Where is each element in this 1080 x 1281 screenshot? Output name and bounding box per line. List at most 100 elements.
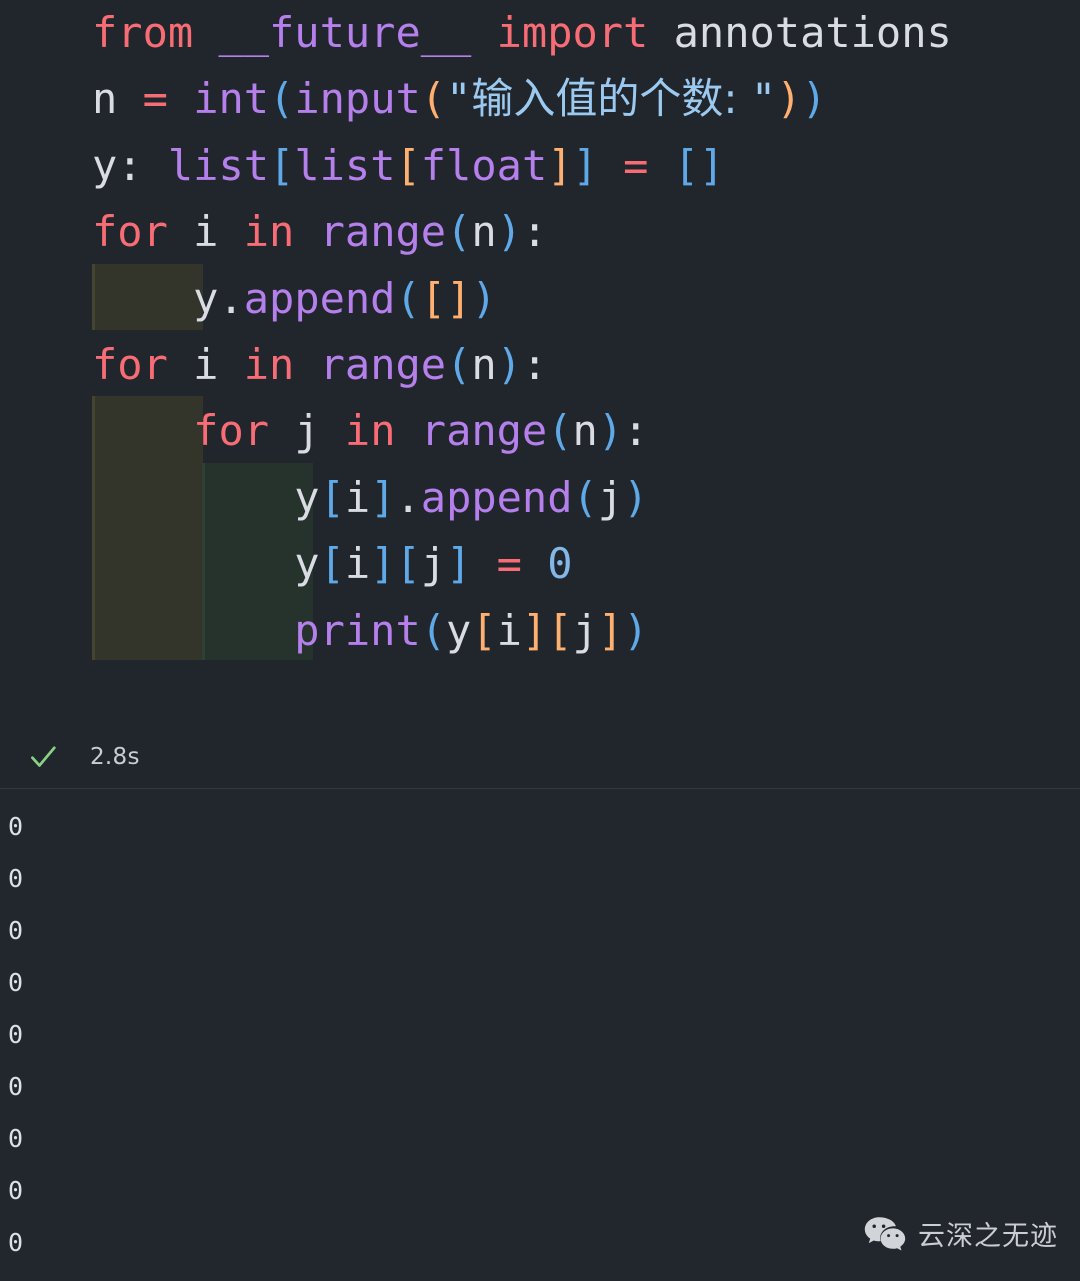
code-token: ] (699, 140, 725, 190)
code-line[interactable]: for i in range(n): (92, 199, 952, 265)
code-token: " (750, 74, 777, 124)
code-token: float (420, 140, 548, 190)
check-icon (31, 746, 56, 767)
code-token: = (496, 539, 522, 589)
code-token: in (243, 207, 295, 257)
code-line[interactable]: y[i][j] = 0 (92, 531, 952, 597)
code-token: print (294, 605, 421, 655)
code-token: 0 (547, 539, 573, 589)
code-token: . (218, 273, 244, 323)
code-token: ] (370, 539, 396, 589)
code-token: range (420, 406, 548, 456)
code-token: import (496, 8, 649, 57)
code-token: ] (597, 605, 624, 655)
code-token: for (92, 207, 168, 257)
wechat-icon (864, 1216, 906, 1250)
output-line: 0 (8, 968, 24, 997)
code-token: int (193, 74, 270, 124)
code-line[interactable]: from __future__ import annotations (92, 0, 952, 66)
code-token: ) (496, 207, 522, 257)
code-token: ] (572, 140, 598, 190)
code-token: __future__ (218, 8, 472, 57)
code-token: list (167, 140, 270, 190)
code-token: for (92, 339, 168, 389)
output-text: 0 0 0 0 0 0 0 0 0 (8, 801, 23, 1269)
code-token: ) (776, 74, 802, 124)
code-token: ) (496, 339, 522, 389)
output-line: 0 (8, 864, 24, 893)
code-line[interactable]: for i in range(n): (92, 332, 952, 398)
code-token: = (142, 74, 168, 124)
code-token: annotations (673, 8, 952, 57)
code-token: n (572, 406, 598, 456)
code-token: : (623, 406, 649, 456)
code-token: i (193, 207, 219, 257)
code-token: ) (801, 74, 827, 124)
code-token: for (193, 406, 270, 456)
code-token: y (193, 273, 219, 323)
code-token: y (294, 472, 320, 522)
code-token: ( (547, 406, 573, 456)
code-line[interactable]: y: list[list[float]] = [] (92, 133, 952, 199)
code-token: ] (370, 472, 396, 522)
code-token: ) (623, 472, 649, 522)
code-editor[interactable]: from __future__ import annotations n = in… (0, 0, 1080, 726)
code-token: i (496, 605, 522, 655)
code-token: ] (446, 539, 472, 589)
code-line[interactable]: y.append([]) (92, 266, 952, 332)
output-line: 0 (8, 1228, 24, 1257)
code-content[interactable]: from __future__ import annotations n = in… (92, 0, 952, 664)
code-token: [ (471, 605, 497, 655)
code-token: i (344, 539, 371, 589)
output-line: 0 (8, 1176, 24, 1205)
code-token: range (319, 339, 447, 389)
code-token: list (294, 140, 396, 190)
code-token: ( (420, 74, 447, 124)
code-token: = (623, 140, 649, 190)
code-token: : (521, 339, 548, 389)
code-line[interactable]: n = int(input("输入值的个数: ")) (92, 66, 952, 132)
execution-time-label: 2.8s (90, 744, 140, 770)
code-token: ( (446, 207, 472, 257)
code-token: [ (420, 273, 447, 323)
code-token: : (521, 207, 548, 257)
watermark-label: 云深之无迹 (918, 1221, 1058, 1252)
cell-output: 0 0 0 0 0 0 0 0 0 云深之无迹 (0, 789, 1080, 1281)
code-token: i (193, 339, 219, 389)
code-token: j (597, 472, 624, 522)
watermark: 云深之无迹 (863, 1214, 1058, 1253)
code-token: ) (623, 605, 649, 655)
code-token: from (92, 8, 194, 57)
code-token: y (446, 605, 472, 655)
code-line[interactable]: print(y[i][j]) (92, 598, 952, 664)
code-token: ] (521, 605, 548, 655)
code-token: input (294, 74, 421, 124)
code-token: [ (547, 605, 573, 655)
code-token: [ (395, 539, 421, 589)
code-line[interactable]: y[i].append(j) (92, 465, 952, 531)
code-line[interactable]: for j in range(n): (92, 398, 952, 464)
code-token: : (117, 140, 143, 190)
code-token: [ (319, 472, 345, 522)
output-line: 0 (8, 812, 24, 841)
code-token: [ (673, 140, 700, 190)
output-line: 0 (8, 1072, 24, 1101)
code-token: n (471, 339, 497, 389)
code-token: y (92, 140, 118, 190)
